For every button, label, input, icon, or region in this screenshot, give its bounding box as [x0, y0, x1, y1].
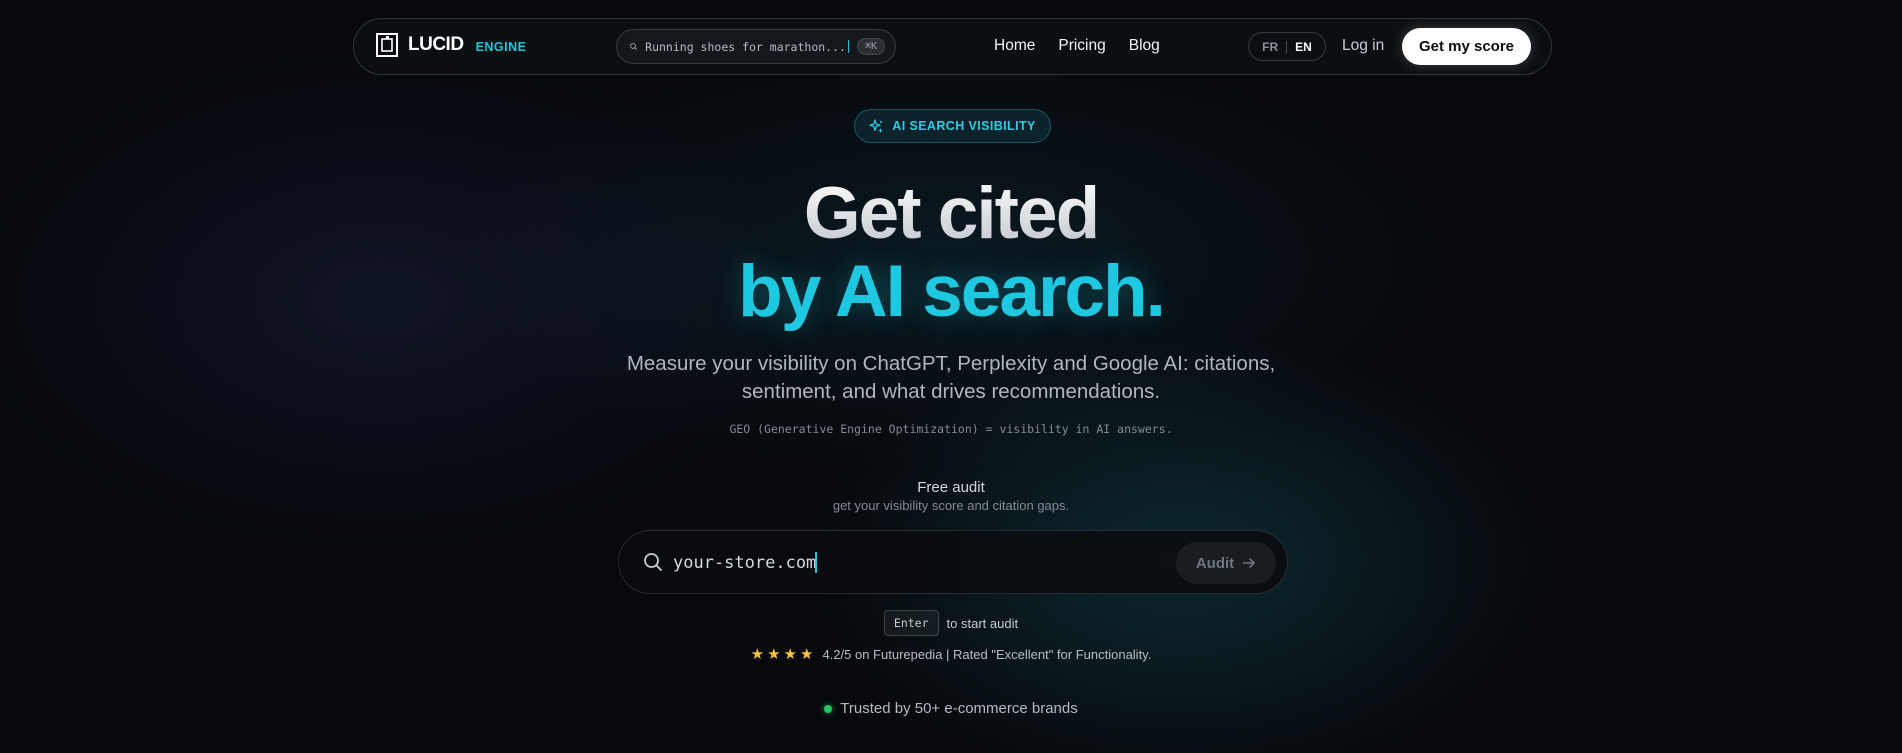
- hero-title-line-2: by AI search.: [738, 251, 1166, 332]
- star-icon: ★: [800, 646, 814, 663]
- rating-row: ★ ★ ★ ★ 4.2/5 on Futurepedia | Rated "Ex…: [0, 647, 1902, 662]
- audit-button-label: Audit: [1195, 554, 1235, 572]
- logo-subtitle: ENGINE: [475, 40, 527, 54]
- store-url-input[interactable]: [673, 549, 1133, 577]
- text-caret: [815, 552, 817, 573]
- free-audit-title: Free audit: [917, 479, 985, 496]
- logo-wordmark: LUCID: [408, 34, 464, 55]
- audit-button[interactable]: Audit: [1176, 542, 1276, 584]
- text-caret: [847, 39, 849, 53]
- nav-search-text: Running shoes for marathon...: [645, 39, 849, 54]
- hero-title-line-1: Get cited: [0, 174, 1902, 254]
- trusted-by-row: Trusted by 50+ e-commerce brands: [0, 700, 1902, 717]
- language-switcher: FR EN: [1248, 32, 1326, 61]
- enter-hint: Enter to start audit: [0, 610, 1902, 636]
- nav-links: Home Pricing Blog: [994, 37, 1160, 55]
- enter-key-badge: Enter: [883, 610, 939, 636]
- enter-hint-text: to start audit: [946, 615, 1019, 631]
- hero-subtitle: Measure your visibility on ChatGPT, Perp…: [0, 350, 1902, 406]
- search-icon: [644, 553, 662, 571]
- star-icon: ★: [750, 646, 765, 663]
- logo[interactable]: LUCID ENGINE: [376, 33, 527, 57]
- star-icon: ★: [767, 646, 781, 663]
- search-shortcut-badge: ⌘K: [856, 38, 885, 55]
- sparkles-icon: [869, 118, 884, 133]
- rating-text: 4.2/5 on Futurepedia | Rated "Excellent"…: [822, 647, 1152, 662]
- section-badge: AI SEARCH VISIBILITY: [854, 109, 1051, 143]
- trusted-text: Trusted by 50+ e-commerce brands: [840, 700, 1078, 717]
- lang-divider: [1286, 40, 1288, 53]
- login-link[interactable]: Log in: [1342, 37, 1384, 55]
- nav-search-bar[interactable]: Running shoes for marathon... ⌘K: [616, 29, 896, 64]
- star-icon: ★: [783, 646, 797, 663]
- nav-link-blog[interactable]: Blog: [1129, 37, 1160, 55]
- logo-mark-icon: [376, 33, 398, 57]
- lang-option-en[interactable]: EN: [1295, 40, 1312, 54]
- status-dot-icon: [824, 704, 833, 713]
- geo-definition-note: GEO (Generative Engine Optimization) = v…: [729, 422, 1173, 436]
- rating-stars: ★ ★ ★ ★: [751, 647, 814, 662]
- get-score-button[interactable]: Get my score: [1402, 28, 1531, 65]
- top-navbar: LUCID ENGINE Running shoes for marathon.…: [353, 18, 1552, 75]
- nav-link-home[interactable]: Home: [994, 37, 1035, 55]
- search-icon: [630, 43, 637, 50]
- free-audit-subtitle: get your visibility score and citation g…: [832, 498, 1070, 513]
- audit-form: Audit: [618, 530, 1288, 594]
- hero-subtitle-line-1: Measure your visibility on ChatGPT, Perp…: [626, 352, 1276, 375]
- lang-option-fr[interactable]: FR: [1262, 40, 1278, 54]
- badge-label: AI SEARCH VISIBILITY: [892, 119, 1036, 133]
- nav-link-pricing[interactable]: Pricing: [1058, 37, 1105, 55]
- arrow-right-icon: [1242, 558, 1255, 568]
- hero-subtitle-line-2: sentiment, and what drives recommendatio…: [741, 380, 1161, 403]
